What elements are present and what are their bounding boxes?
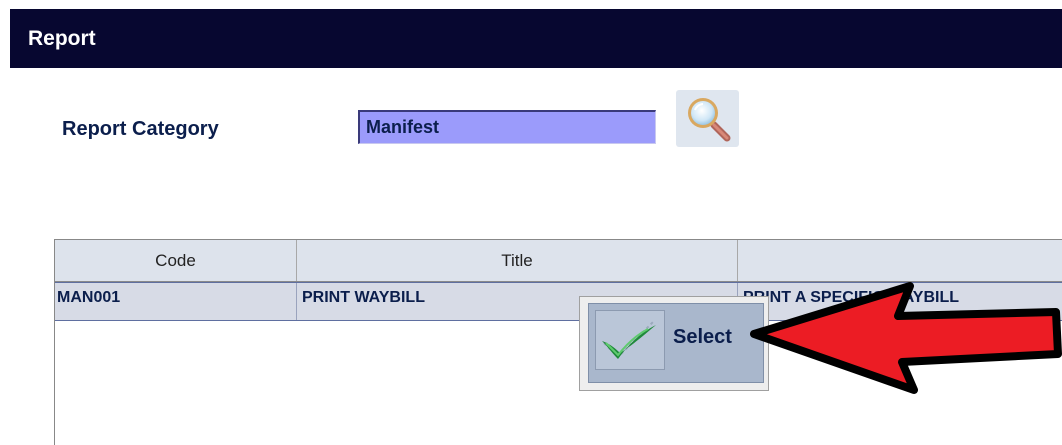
- report-category-field[interactable]: [358, 110, 656, 144]
- top-strip: [0, 0, 1062, 9]
- checkmark-icon: [595, 310, 665, 370]
- report-category-label: Report Category: [62, 118, 219, 140]
- arrow-shape: [750, 282, 1062, 394]
- search-button[interactable]: [676, 90, 739, 147]
- column-header-description[interactable]: [738, 240, 1062, 281]
- page-title: Report: [28, 27, 96, 50]
- select-label: Select: [673, 326, 732, 348]
- magnifier-icon: [688, 98, 731, 142]
- column-header-title[interactable]: Title: [297, 240, 738, 281]
- grid-header: Code Title: [55, 240, 1062, 282]
- select-menu-item[interactable]: Select: [588, 303, 764, 383]
- title-bar: Report: [10, 9, 1062, 68]
- cell-code[interactable]: MAN001: [55, 283, 297, 320]
- red-arrow-annotation: [750, 282, 1062, 394]
- column-header-code[interactable]: Code: [55, 240, 297, 281]
